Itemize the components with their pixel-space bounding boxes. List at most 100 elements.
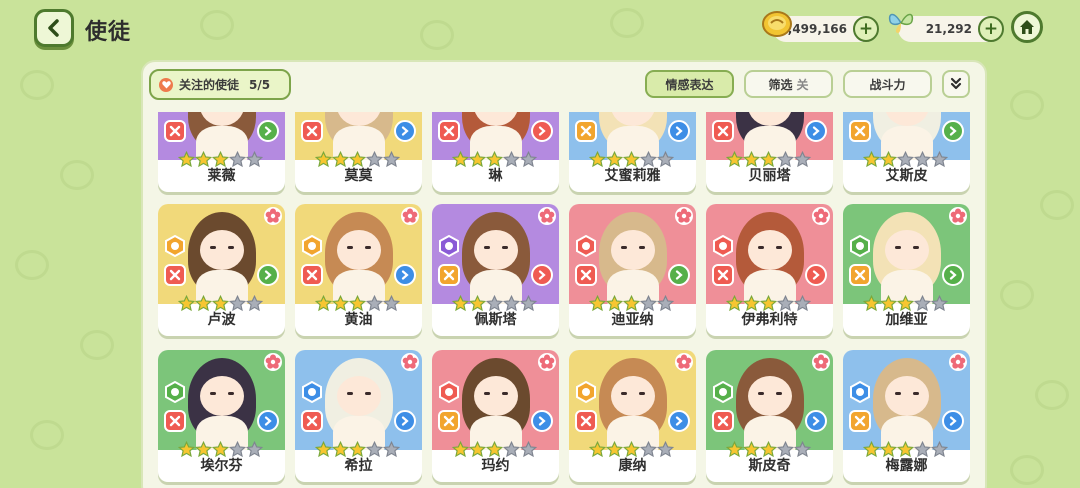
home-icon [1020, 20, 1034, 34]
apostle-name: 伊弗利特 [741, 312, 798, 328]
filter-label: 筛选 [768, 77, 793, 92]
chevron-right-icon [805, 120, 827, 142]
apostle-card[interactable]: 加维亚 [843, 204, 970, 336]
role-icon [301, 120, 323, 142]
apostle-name: 斯皮奇 [748, 458, 791, 474]
element-icon [713, 235, 733, 257]
favorite-flower-icon[interactable] [537, 206, 557, 226]
apostle-card[interactable]: 伊弗利特 [706, 204, 833, 336]
element-icon [165, 381, 185, 403]
element-icon [439, 381, 459, 403]
back-button[interactable] [34, 9, 74, 47]
apostle-card[interactable]: 埃尔芬 [158, 350, 285, 482]
role-icon [575, 264, 597, 286]
heart-icon [159, 77, 173, 92]
home-button[interactable] [1011, 11, 1043, 43]
emotion-label: 情感表达 [665, 77, 714, 92]
apostle-name: 加维亚 [885, 312, 928, 328]
favorite-flower-icon[interactable] [948, 206, 968, 226]
apostle-card[interactable]: 艾斯皮 [843, 112, 970, 192]
role-icon [575, 410, 597, 432]
role-icon [164, 120, 186, 142]
apostle-name: 贝丽塔 [748, 168, 791, 184]
role-icon [164, 264, 186, 286]
chevron-right-icon [668, 120, 690, 142]
apostle-card[interactable]: 梅露娜 [843, 350, 970, 482]
favorite-flower-icon[interactable] [674, 352, 694, 372]
chevron-right-icon [942, 264, 964, 286]
element-icon [576, 235, 596, 257]
role-icon [849, 120, 871, 142]
chevron-right-icon [257, 410, 279, 432]
power-sort-button[interactable]: 战斗力 [843, 70, 932, 98]
apostle-card[interactable]: 艾蜜莉雅 [569, 112, 696, 192]
chevron-right-icon [531, 264, 553, 286]
apostle-card[interactable]: 佩斯塔 [432, 204, 559, 336]
butterfly-amount: 21,292 [925, 22, 972, 36]
butterfly-currency: 21,292 + [888, 13, 1004, 42]
apostle-card[interactable]: 康纳 [569, 350, 696, 482]
favorite-flower-icon[interactable] [400, 352, 420, 372]
power-label: 战斗力 [869, 77, 906, 92]
chevron-right-icon [531, 410, 553, 432]
element-icon [165, 235, 185, 257]
favorite-flower-icon[interactable] [674, 206, 694, 226]
role-icon [438, 410, 460, 432]
apostle-card[interactable]: 玛约 [432, 350, 559, 482]
apostle-card[interactable]: 迪亚纳 [569, 204, 696, 336]
role-icon [849, 410, 871, 432]
apostle-card[interactable]: 希拉 [295, 350, 422, 482]
favorite-flower-icon[interactable] [948, 352, 968, 372]
element-icon [576, 381, 596, 403]
favorite-flower-icon[interactable] [400, 206, 420, 226]
apostle-grid[interactable]: 莱薇 莫莫 琳 艾蜜莉雅 贝丽塔 艾斯皮 卢波 黄油 佩斯塔 迪亚纳 伊弗利特 … [141, 112, 987, 488]
apostle-card[interactable]: 黄油 [295, 204, 422, 336]
apostle-card[interactable]: 斯皮奇 [706, 350, 833, 482]
emotion-button[interactable]: 情感表达 [645, 70, 734, 98]
chevron-right-icon [394, 264, 416, 286]
add-butterfly-button[interactable]: + [978, 16, 1004, 42]
butterfly-icon [888, 13, 914, 33]
chevron-left-icon [48, 19, 59, 37]
apostle-name: 黄油 [344, 312, 373, 328]
apostle-name: 埃尔芬 [200, 458, 243, 474]
followed-apostles-filter[interactable]: 关注的使徒 5/5 [149, 69, 291, 100]
expand-button[interactable] [942, 70, 970, 98]
apostle-name: 迪亚纳 [611, 312, 654, 328]
role-icon [301, 264, 323, 286]
favorite-flower-icon[interactable] [263, 206, 283, 226]
element-icon [302, 381, 322, 403]
chevron-right-icon [257, 120, 279, 142]
role-icon [438, 264, 460, 286]
chevron-double-down-icon [950, 77, 962, 90]
chevron-right-icon [805, 264, 827, 286]
apostle-card[interactable]: 莱薇 [158, 112, 285, 192]
page-title: 使徒 [85, 20, 132, 45]
role-icon [164, 410, 186, 432]
gold-currency: 2,499,166 + [762, 11, 879, 42]
chevron-right-icon [805, 410, 827, 432]
favorite-flower-icon[interactable] [537, 352, 557, 372]
favorite-flower-icon[interactable] [811, 352, 831, 372]
favorite-flower-icon[interactable] [811, 206, 831, 226]
apostle-card[interactable]: 卢波 [158, 204, 285, 336]
apostle-name: 佩斯塔 [474, 312, 517, 328]
role-icon [575, 120, 597, 142]
role-icon [849, 264, 871, 286]
element-icon [850, 381, 870, 403]
apostle-card[interactable]: 琳 [432, 112, 559, 192]
apostle-card[interactable]: 贝丽塔 [706, 112, 833, 192]
apostle-name: 艾蜜莉雅 [604, 168, 661, 184]
role-icon [712, 264, 734, 286]
apostle-name: 梅露娜 [885, 458, 928, 474]
apostle-name: 琳 [488, 168, 503, 184]
add-gold-button[interactable]: + [853, 16, 879, 42]
role-icon [301, 410, 323, 432]
filter-button[interactable]: 筛选 关 [744, 70, 833, 98]
apostle-card[interactable]: 莫莫 [295, 112, 422, 192]
element-icon [302, 235, 322, 257]
chevron-right-icon [257, 264, 279, 286]
role-icon [438, 120, 460, 142]
apostle-name: 希拉 [344, 458, 373, 474]
favorite-flower-icon[interactable] [263, 352, 283, 372]
